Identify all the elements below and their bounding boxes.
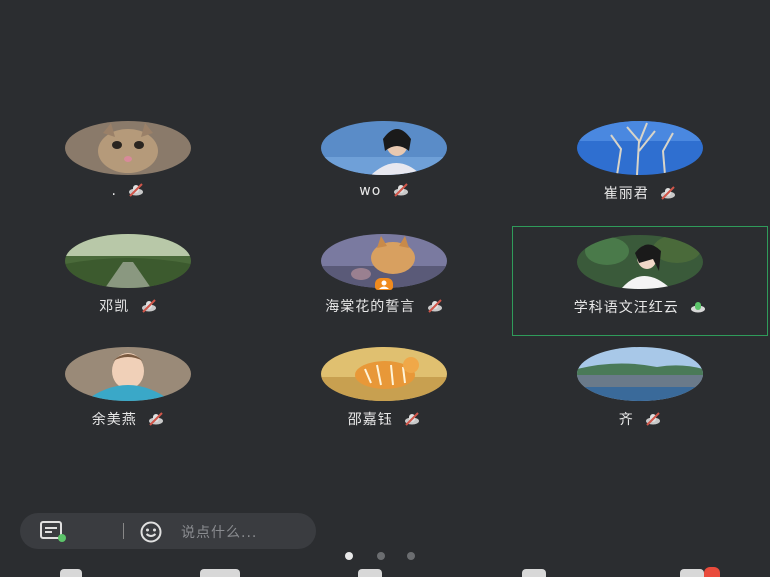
participant-tile[interactable]: wo (256, 113, 512, 223)
participant-name: 邓凯 (99, 299, 130, 315)
mic-muted-icon (393, 183, 408, 197)
page-dot-active[interactable] (345, 552, 353, 560)
participant-tile[interactable]: 邓凯 (0, 226, 256, 336)
mic-muted-icon (141, 299, 156, 313)
page-dot[interactable] (377, 552, 385, 560)
chat-bar[interactable]: 说点什么... (20, 513, 316, 549)
mic-active-icon (691, 302, 706, 313)
avatar (65, 121, 191, 175)
avatar (321, 347, 447, 401)
host-badge (375, 278, 393, 290)
bottom-toolbar (0, 566, 770, 577)
page-dot[interactable] (407, 552, 415, 560)
participant-name: 崔丽君 (603, 186, 649, 202)
participant-tile-speaking[interactable]: 学科语文汪红云 (512, 226, 768, 336)
camera-toolbar-icon[interactable] (200, 569, 240, 577)
mic-muted-icon (427, 299, 442, 313)
host-icon (379, 280, 389, 289)
mic-muted-icon (129, 183, 144, 197)
mic-toolbar-icon[interactable] (60, 569, 82, 577)
divider (123, 523, 124, 539)
mic-muted-icon (405, 412, 420, 426)
speaker-toolbar-icon[interactable] (522, 569, 546, 577)
participant-name: 海棠花的誓言 (325, 299, 416, 315)
participant-name: . (111, 183, 117, 199)
avatar (65, 347, 191, 401)
participant-tile[interactable]: 邵嘉钰 (256, 339, 512, 449)
notification-badge (704, 567, 720, 577)
participant-tile[interactable]: 余美燕 (0, 339, 256, 449)
participant-name: wo (359, 183, 382, 199)
avatar (577, 235, 703, 289)
avatar (65, 234, 191, 288)
participant-tile[interactable]: 齐 (512, 339, 768, 449)
participant-tile[interactable]: 海棠花的誓言 (256, 226, 512, 336)
participant-tile[interactable]: 崔丽君 (512, 113, 768, 223)
participant-name: 邵嘉钰 (347, 412, 393, 428)
share-toolbar-icon[interactable] (358, 569, 382, 577)
mic-muted-icon (149, 412, 164, 426)
emoji-icon[interactable] (140, 521, 162, 543)
participant-name: 余美燕 (91, 412, 137, 428)
chat-message-icon[interactable] (40, 521, 66, 543)
participant-grid: . wo 崔丽君 邓凯 海棠花的誓言 学科语文汪红云 余美燕 邵嘉钰 齐 (0, 0, 770, 577)
participant-tile[interactable]: . (0, 113, 256, 223)
chat-input[interactable]: 说点什么... (181, 522, 257, 542)
avatar (577, 347, 703, 401)
members-toolbar-icon[interactable] (680, 569, 704, 577)
participant-name: 学科语文汪红云 (573, 300, 679, 316)
mic-muted-icon (646, 412, 661, 426)
participant-name: 齐 (618, 412, 634, 428)
avatar (321, 121, 447, 175)
mic-muted-icon (661, 186, 676, 200)
avatar (577, 121, 703, 175)
